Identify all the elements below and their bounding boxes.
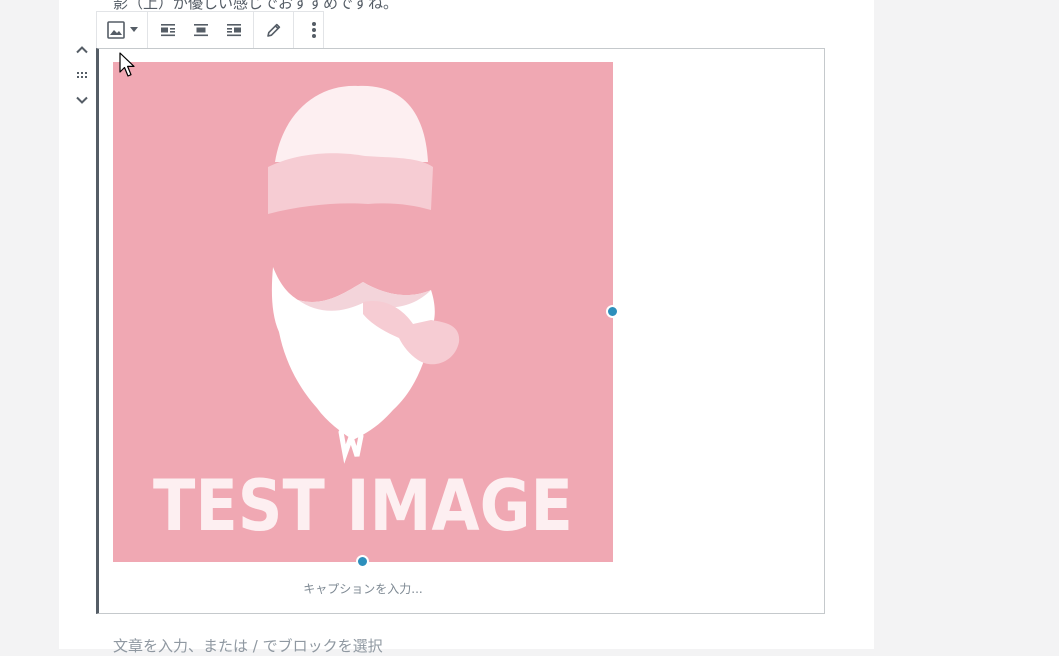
test-image[interactable]: TEST IMAGE [113, 62, 613, 562]
align-center-icon [193, 24, 208, 37]
resize-handle-bottom[interactable] [356, 555, 369, 568]
edit-group [254, 12, 294, 48]
align-center-button[interactable] [184, 12, 217, 48]
chevron-down-icon [76, 96, 88, 104]
image-icon [106, 21, 125, 39]
move-down-button[interactable] [72, 90, 92, 110]
more-vertical-icon [311, 22, 316, 38]
block-toolbar [96, 11, 324, 48]
more-options-button[interactable] [297, 12, 330, 48]
block-mover [72, 40, 92, 110]
drag-handle[interactable] [72, 65, 92, 85]
edit-image-button[interactable] [257, 12, 290, 48]
beanie-hat [275, 85, 428, 162]
pencil-icon [266, 23, 280, 37]
beanie-brim [268, 153, 433, 214]
align-left-icon [160, 24, 175, 37]
move-up-button[interactable] [72, 40, 92, 60]
align-right-icon [226, 24, 241, 37]
caret-down-icon [129, 27, 138, 32]
mouse-cursor-icon [119, 52, 135, 77]
block-switcher-button[interactable] [100, 12, 144, 48]
align-right-button[interactable] [217, 12, 250, 48]
align-left-button[interactable] [151, 12, 184, 48]
caption-input[interactable]: キャプションを入力... [113, 580, 613, 597]
image-text: TEST IMAGE [153, 465, 573, 547]
more-group [294, 12, 333, 48]
resize-handle-right[interactable] [606, 305, 619, 318]
chevron-up-icon [76, 46, 88, 54]
block-switcher-group [97, 12, 148, 48]
drag-handle-icon [77, 72, 87, 78]
paragraph-placeholder[interactable]: 文章を入力、または / でブロックを選択 [113, 635, 813, 656]
alignment-group [148, 12, 254, 48]
hipster-illustration: TEST IMAGE [153, 85, 573, 547]
